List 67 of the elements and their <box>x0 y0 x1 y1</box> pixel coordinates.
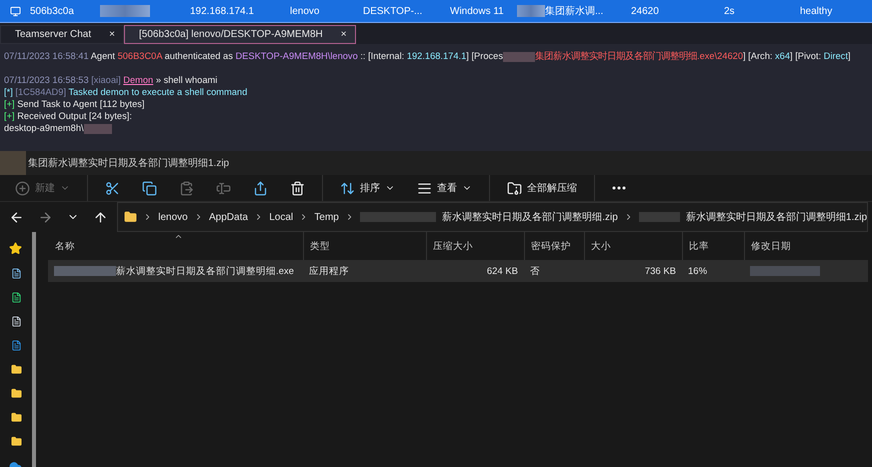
monitor-icon <box>10 6 20 16</box>
breadcrumb-item[interactable]: 薪水调整实时日期及各部门调整明细1.zip <box>686 210 867 224</box>
star-icon[interactable] <box>9 242 22 255</box>
table-cell-text: 应用程序 <box>308 264 350 278</box>
window-title: 集团薪水调整实时日期及各部门调整明细1.zip <box>28 156 230 170</box>
scissors-icon <box>105 180 120 196</box>
tab[interactable]: Teamserver Chat × <box>0 25 124 44</box>
breadcrumb-item[interactable]: Temp <box>314 212 339 222</box>
tab[interactable]: [506b3c0a] lenovo/DESKTOP-A9MEM8H × <box>124 25 356 44</box>
breadcrumb-item[interactable]: Local <box>269 212 294 222</box>
table-cell-text: 16% <box>687 266 708 276</box>
list-icon <box>417 180 432 196</box>
redaction-block <box>639 212 680 222</box>
file-icon[interactable] <box>11 316 22 327</box>
column-header[interactable]: 名称 <box>48 232 303 260</box>
view-button[interactable]: 查看 <box>408 176 481 200</box>
close-icon[interactable]: × <box>340 29 347 40</box>
copy-icon <box>142 180 157 196</box>
file-icon[interactable] <box>11 268 22 279</box>
breadcrumb-item[interactable]: 薪水调整实时日期及各部门调整明细.zip <box>442 210 618 224</box>
sort-ascending-icon <box>174 232 183 241</box>
console-line: [+] Received Output [24 bytes]: <box>4 110 132 122</box>
console-line: [+] Send Task to Agent [112 bytes] <box>4 98 145 110</box>
file-row[interactable]: 薪水调整实时日期及各部门调整明细.exe 应用程序 624 KB 否 736 KB 16% <box>48 260 868 282</box>
table-cell-text: 736 KB <box>644 266 677 276</box>
rename-icon <box>216 180 231 196</box>
table-cell: 集团薪水调... <box>517 4 631 18</box>
folder-icon[interactable] <box>11 364 22 375</box>
redaction-block <box>0 151 26 175</box>
table-cell-text: 624 KB <box>486 266 519 276</box>
folder-icon[interactable] <box>11 436 22 447</box>
sort-icon <box>340 180 355 196</box>
session-row[interactable]: 506b3c0a 192.168.174.1 lenovo DESKTOP-... Windows 11 集团薪水调... 24620 2s healthy <box>0 0 872 23</box>
breadcrumb-item[interactable]: AppData <box>209 212 248 222</box>
console-line: 07/11/2023 16:58:41 Agent 506B3C0A authenticated as DESKTOP-A9MEM8H\lenovo :: [Internal: 192.168.174.1] [Proces 集团薪水调整实时日期及各部门调整明细.exe\24620] [Arch: x64] [Pivot: Direct] <box>4 50 850 62</box>
breadcrumb-item[interactable]: lenovo <box>158 212 188 222</box>
table-cell-text: 2s <box>724 6 736 16</box>
table-cell-text: Windows 11 <box>450 6 505 16</box>
table-cell-text: lenovo <box>290 6 320 16</box>
table-cell-text: 否 <box>529 264 541 278</box>
table-cell-text: DESKTOP-... <box>363 6 424 16</box>
console-line: desktop-a9mem8h\ <box>4 122 112 134</box>
share-icon <box>253 180 268 196</box>
table-cell-text: healthy <box>800 6 834 16</box>
file-icon[interactable] <box>11 340 22 351</box>
file-icon[interactable] <box>11 292 22 303</box>
console-line: [*] [1C584AD9] Tasked demon to execute a shell command <box>4 86 248 98</box>
close-icon[interactable]: × <box>109 29 115 40</box>
extract-all-button[interactable]: 全部解压缩 <box>498 176 586 200</box>
sort-button[interactable]: 排序 <box>331 176 404 200</box>
console-line: 07/11/2023 16:58:53 [xiaoai] Demon » shell whoami <box>4 74 218 86</box>
redaction-block <box>100 5 150 17</box>
folder-icon <box>507 180 522 196</box>
more-icon <box>612 186 626 190</box>
folder-icon <box>124 210 137 224</box>
table-cell-text: 506b3c0a <box>30 6 75 16</box>
folder-icon[interactable] <box>11 388 22 399</box>
arrow-right-icon <box>38 210 53 224</box>
folder-icon[interactable] <box>11 412 22 423</box>
clipboard-icon <box>179 180 194 196</box>
address-bar[interactable]: lenovo AppData Local Temp 薪水调整实时日期及各部门调整明细.zip 薪水调整实时日期及各部门调整明细1.zip <box>117 202 868 232</box>
redaction-block <box>750 266 820 276</box>
table-cell-text: 192.168.174.1 <box>190 6 255 16</box>
table-cell-text: 24620 <box>631 6 660 16</box>
trash-icon <box>290 180 305 196</box>
file-name: 薪水调整实时日期及各部门调整明细.exe <box>48 264 303 278</box>
plus-circle-icon <box>15 180 30 196</box>
